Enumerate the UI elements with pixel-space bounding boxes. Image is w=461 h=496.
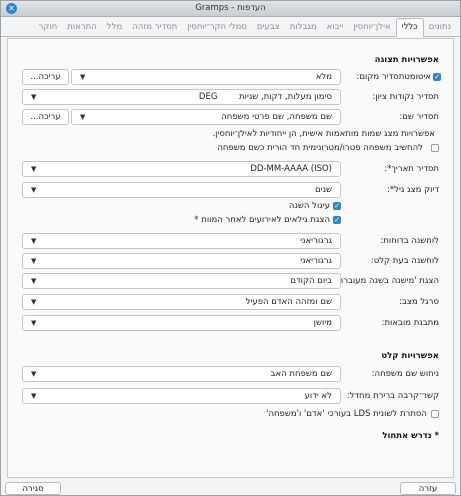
coord-format-combo[interactable]: סימון מעלות, דקות, שניות DEG ▼ [22,89,341,105]
settings-panel: אפשרויות תצוגה ✓איטומטתסדיר מקום: מלא ▼ … [7,38,454,478]
family-relation-combo[interactable]: לא ידוע ▼ [22,388,341,404]
status-bar-value: שם ומזהה האדם הפעיל [245,297,332,307]
chevron-down-icon: ▼ [31,392,37,400]
show-age-after-death-label: הצגת גילאים לאירועים לאחר המוות * [194,215,330,225]
place-format-row: ✓איטומטתסדיר מקום: מלא ▼ עריכה... [8,69,453,87]
new-year-combo[interactable]: ביום הקודם ▼ [22,273,341,289]
status-bar-label: סרגל מצב: [399,297,439,307]
round-year-checkbox[interactable]: ✓ [333,202,341,210]
dialog-footer: סגירה עזרה [1,481,460,496]
chevron-down-icon: ▼ [80,73,86,81]
hide-lds-checkbox[interactable] [431,410,439,418]
chevron-down-icon: ▼ [31,165,37,173]
new-year-row: הצגת 'מישנה בשנה מעוברת: ביום הקודם ▼ [8,273,453,291]
place-format-value: מלא [315,72,332,82]
calendar-input-label: לוחשנה בעת קלט: [370,256,439,266]
coord-format-value: סימון מעלות, דקות, שניות DEG [198,92,332,102]
family-relation-value: לא ידוע [304,391,332,401]
name-format-note: אפשרויות מצג שמות מותאמות אישית, הן ייחו… [212,129,435,139]
chevron-down-icon: ▼ [31,237,37,245]
age-precision-combo[interactable]: שנים ▼ [22,182,341,198]
status-bar-row: סרגל מצב: שם ומזהה האדם הפעיל ▼ [8,294,453,312]
family-relation-row: קשר־קרבה ברירת מחדל: לא ידוע ▼ [8,388,453,406]
import-format-value: מיושן [313,318,332,328]
place-format-label: תסדיר מקום: [356,72,405,82]
new-year-value: ביום הקודם [290,276,332,286]
chevron-down-icon: ▼ [31,298,37,306]
tab-researcher[interactable]: חוקר [34,19,63,36]
chevron-down-icon: ▼ [31,370,37,378]
preferences-window: ✕ Gramps - העדפות נתונים כללי אילן־יוחסי… [0,0,461,496]
calendar-reports-label: לוחשנה בדוחות: [380,236,439,246]
restart-note: * נדרש אתחול [382,431,439,441]
tab-general[interactable]: כללי [395,18,424,37]
age-precision-label: דיוק מצג גיל*: [387,185,439,195]
hide-lds-label: הסתרת לשונית LDS בעורכי 'אדם' ו'משפחה' [266,409,427,419]
auto-place-checkbox[interactable]: ✓ [433,72,441,81]
tab-limits[interactable]: מגבלות [285,19,322,36]
tab-bar: נתונים כללי אילן־יוחסין ייבוא מגבלות צבע… [1,17,460,37]
surname-guess-checkbox[interactable] [431,144,439,152]
coord-format-label: תסדיר נקודות ציון: [372,92,439,102]
surname-guessing-label: ניחוש שם משפחה: [371,369,439,379]
chevron-down-icon: ▼ [31,277,37,285]
chevron-down-icon: ▼ [80,113,86,121]
surname-guess-label: להחשיב משפחה פטרו/מטרונימית חד הורית כשם… [217,143,423,153]
date-format-combo[interactable]: DD-MM-AAAA (ISO) ▼ [22,161,341,177]
calendar-input-value: גרגוריאני [300,256,332,266]
surname-guessing-row: ניחוש שם משפחה: שם משפחת האב ▼ [8,366,453,384]
name-format-value: שם משפחה, שם פרטי משפחה [221,112,332,122]
tab-text[interactable]: מלל [102,19,127,36]
place-format-combo[interactable]: מלא ▼ [71,69,341,85]
round-year-label: עיגול השנה [288,201,330,211]
date-format-value: DD-MM-AAAA (ISO) [250,164,332,174]
tab-data[interactable]: נתונים [424,19,456,36]
import-format-label: מתבנת מובאות: [381,318,439,328]
input-options-heading: אפשרויות קלט [381,351,439,361]
chevron-down-icon: ▼ [31,257,37,265]
calendar-input-combo[interactable]: גרגוריאני ▼ [22,253,341,269]
name-format-label: תסדיר שם: [399,112,439,122]
name-format-edit-button[interactable]: עריכה... [22,109,69,125]
tab-import[interactable]: ייבוא [322,19,349,36]
age-precision-row: דיוק מצג גיל*: שנים ▼ [8,182,453,200]
chevron-down-icon: ▼ [31,319,37,327]
chevron-down-icon: ▼ [31,93,37,101]
surname-guessing-combo[interactable]: שם משפחת האב ▼ [22,366,341,382]
place-format-edit-button[interactable]: עריכה... [22,69,69,85]
family-relation-label: קשר־קרבה ברירת מחדל: [346,391,439,401]
tab-genealogy-symbols[interactable]: סמלי חקר־יוחסין [182,19,252,36]
help-button[interactable]: עזרה [400,482,456,495]
coord-format-row: תסדיר נקודות ציון: סימון מעלות, דקות, שנ… [8,89,453,107]
window-title: Gramps - העדפות [195,3,266,13]
surname-guessing-value: שם משפחת האב [270,369,332,379]
import-format-row: מתבנת מובאות: מיושן ▼ [8,315,453,333]
date-format-row: תסדיר תאריך*: DD-MM-AAAA (ISO) ▼ [8,161,453,179]
display-options-heading: אפשרויות תצוגה [374,55,439,65]
calendar-input-row: לוחשנה בעת קלט: גרגוריאני ▼ [8,253,453,271]
calendar-reports-row: לוחשנה בדוחות: גרגוריאני ▼ [8,233,453,251]
age-precision-value: שנים [315,185,332,195]
close-button[interactable]: סגירה [5,482,61,495]
chevron-down-icon: ▼ [31,186,37,194]
date-format-label: תסדיר תאריך*: [384,164,439,174]
show-age-after-death-checkbox[interactable]: ✓ [333,216,341,224]
new-year-label: הצגת 'מישנה בשנה מעוברת: [334,276,439,286]
tab-colors[interactable]: צבעים [252,19,285,36]
tab-warnings[interactable]: התראות [62,19,102,36]
status-bar-combo[interactable]: שם ומזהה האדם הפעיל ▼ [22,294,341,310]
title-bar: ✕ Gramps - העדפות [1,1,460,17]
import-format-combo[interactable]: מיושן ▼ [22,315,341,331]
calendar-reports-value: גרגוריאני [300,236,332,246]
auto-place-label: איטומט [404,72,431,82]
tab-family-tree[interactable]: אילן־יוחסין [348,19,395,36]
calendar-reports-combo[interactable]: גרגוריאני ▼ [22,233,341,249]
tab-id-format[interactable]: תסדיר מזהה [127,19,182,36]
name-format-combo[interactable]: שם משפחה, שם פרטי משפחה ▼ [71,109,341,125]
name-format-row: תסדיר שם: שם משפחה, שם פרטי משפחה ▼ עריכ… [8,109,453,127]
